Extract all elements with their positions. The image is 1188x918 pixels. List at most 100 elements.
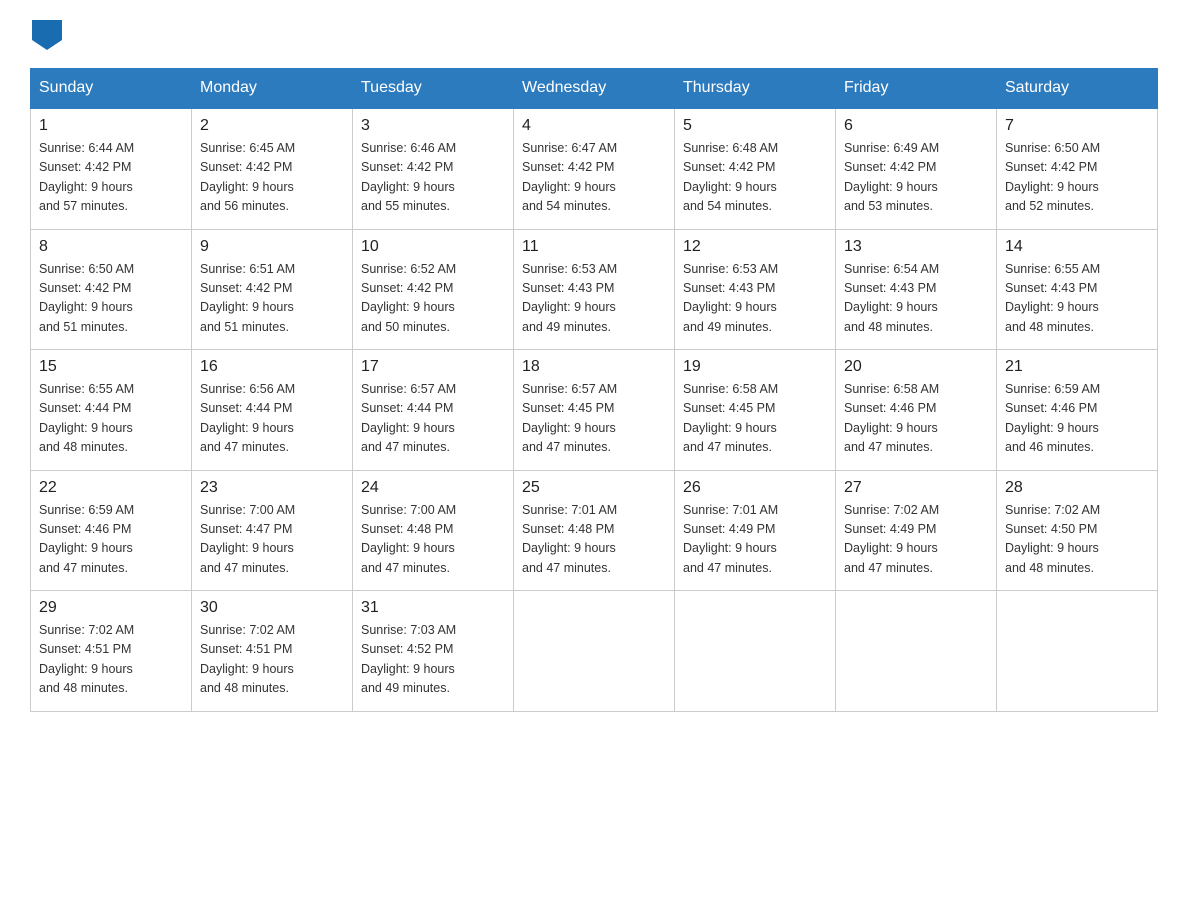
weekday-header-thursday: Thursday bbox=[675, 69, 836, 109]
weekday-header-friday: Friday bbox=[836, 69, 997, 109]
day-info: Sunrise: 7:01 AMSunset: 4:49 PMDaylight:… bbox=[683, 501, 827, 579]
calendar-day-cell: 25 Sunrise: 7:01 AMSunset: 4:48 PMDayligh… bbox=[514, 470, 675, 591]
day-info: Sunrise: 7:00 AMSunset: 4:48 PMDaylight:… bbox=[361, 501, 505, 579]
day-number: 12 bbox=[683, 238, 827, 256]
day-info: Sunrise: 7:01 AMSunset: 4:48 PMDaylight:… bbox=[522, 501, 666, 579]
calendar-day-cell: 30Sunrise: 7:02 AMSunset: 4:51 PMDayligh… bbox=[192, 591, 353, 712]
day-info: Sunrise: 6:48 AMSunset: 4:42 PMDaylight:… bbox=[683, 139, 827, 217]
day-number: 7 bbox=[1005, 117, 1149, 135]
calendar-day-cell: 20 Sunrise: 6:58 AMSunset: 4:46 PMDayligh… bbox=[836, 350, 997, 471]
day-info: Sunrise: 7:02 AMSunset: 4:49 PMDaylight:… bbox=[844, 501, 988, 579]
calendar-day-cell: 6 Sunrise: 6:49 AMSunset: 4:42 PMDaylight… bbox=[836, 108, 997, 229]
calendar-day-cell bbox=[514, 591, 675, 712]
weekday-header-monday: Monday bbox=[192, 69, 353, 109]
day-info: Sunrise: 6:58 AMSunset: 4:45 PMDaylight:… bbox=[683, 380, 827, 458]
day-info: Sunrise: 6:47 AMSunset: 4:42 PMDaylight:… bbox=[522, 139, 666, 217]
day-info: Sunrise: 6:55 AMSunset: 4:44 PMDaylight:… bbox=[39, 380, 183, 458]
calendar-week-row: 1 Sunrise: 6:44 AMSunset: 4:42 PMDaylight… bbox=[31, 108, 1158, 229]
day-info: Sunrise: 6:52 AMSunset: 4:42 PMDaylight:… bbox=[361, 260, 505, 338]
day-number: 8 bbox=[39, 238, 183, 256]
day-info: Sunrise: 6:51 AMSunset: 4:42 PMDaylight:… bbox=[200, 260, 344, 338]
day-number: 16 bbox=[200, 358, 344, 376]
calendar-week-row: 8 Sunrise: 6:50 AMSunset: 4:42 PMDaylight… bbox=[31, 229, 1158, 350]
calendar-day-cell: 15 Sunrise: 6:55 AMSunset: 4:44 PMDayligh… bbox=[31, 350, 192, 471]
calendar-day-cell: 21 Sunrise: 6:59 AMSunset: 4:46 PMDayligh… bbox=[997, 350, 1158, 471]
calendar-day-cell: 16 Sunrise: 6:56 AMSunset: 4:44 PMDayligh… bbox=[192, 350, 353, 471]
day-number: 19 bbox=[683, 358, 827, 376]
day-number: 25 bbox=[522, 479, 666, 497]
weekday-header-wednesday: Wednesday bbox=[514, 69, 675, 109]
calendar-day-cell: 23 Sunrise: 7:00 AMSunset: 4:47 PMDayligh… bbox=[192, 470, 353, 591]
calendar-day-cell: 28Sunrise: 7:02 AMSunset: 4:50 PMDayligh… bbox=[997, 470, 1158, 591]
day-number: 18 bbox=[522, 358, 666, 376]
day-info: Sunrise: 6:54 AMSunset: 4:43 PMDaylight:… bbox=[844, 260, 988, 338]
calendar-day-cell: 14 Sunrise: 6:55 AMSunset: 4:43 PMDayligh… bbox=[997, 229, 1158, 350]
day-number: 20 bbox=[844, 358, 988, 376]
day-info: Sunrise: 6:45 AMSunset: 4:42 PMDaylight:… bbox=[200, 139, 344, 217]
calendar-day-cell: 12 Sunrise: 6:53 AMSunset: 4:43 PMDayligh… bbox=[675, 229, 836, 350]
day-number: 21 bbox=[1005, 358, 1149, 376]
day-info: Sunrise: 6:49 AMSunset: 4:42 PMDaylight:… bbox=[844, 139, 988, 217]
day-info: Sunrise: 6:55 AMSunset: 4:43 PMDaylight:… bbox=[1005, 260, 1149, 338]
calendar-day-cell: 13 Sunrise: 6:54 AMSunset: 4:43 PMDayligh… bbox=[836, 229, 997, 350]
day-number: 3 bbox=[361, 117, 505, 135]
calendar-week-row: 22Sunrise: 6:59 AMSunset: 4:46 PMDayligh… bbox=[31, 470, 1158, 591]
logo-icon bbox=[32, 20, 62, 50]
day-info: Sunrise: 7:02 AMSunset: 4:51 PMDaylight:… bbox=[200, 621, 344, 699]
calendar-day-cell bbox=[836, 591, 997, 712]
day-number: 6 bbox=[844, 117, 988, 135]
day-info: Sunrise: 6:50 AMSunset: 4:42 PMDaylight:… bbox=[1005, 139, 1149, 217]
day-number: 15 bbox=[39, 358, 183, 376]
day-info: Sunrise: 7:00 AMSunset: 4:47 PMDaylight:… bbox=[200, 501, 344, 579]
day-info: Sunrise: 6:53 AMSunset: 4:43 PMDaylight:… bbox=[683, 260, 827, 338]
calendar-day-cell: 2 Sunrise: 6:45 AMSunset: 4:42 PMDaylight… bbox=[192, 108, 353, 229]
day-number: 1 bbox=[39, 117, 183, 135]
day-number: 23 bbox=[200, 479, 344, 497]
day-info: Sunrise: 6:58 AMSunset: 4:46 PMDaylight:… bbox=[844, 380, 988, 458]
calendar-day-cell: 9 Sunrise: 6:51 AMSunset: 4:42 PMDaylight… bbox=[192, 229, 353, 350]
day-info: Sunrise: 7:02 AMSunset: 4:51 PMDaylight:… bbox=[39, 621, 183, 699]
day-number: 10 bbox=[361, 238, 505, 256]
calendar-day-cell: 11Sunrise: 6:53 AMSunset: 4:43 PMDayligh… bbox=[514, 229, 675, 350]
weekday-header-saturday: Saturday bbox=[997, 69, 1158, 109]
calendar-day-cell: 1 Sunrise: 6:44 AMSunset: 4:42 PMDaylight… bbox=[31, 108, 192, 229]
day-info: Sunrise: 6:56 AMSunset: 4:44 PMDaylight:… bbox=[200, 380, 344, 458]
day-number: 2 bbox=[200, 117, 344, 135]
calendar-day-cell bbox=[997, 591, 1158, 712]
calendar-day-cell: 19 Sunrise: 6:58 AMSunset: 4:45 PMDayligh… bbox=[675, 350, 836, 471]
day-info: Sunrise: 6:59 AMSunset: 4:46 PMDaylight:… bbox=[1005, 380, 1149, 458]
calendar-day-cell: 17Sunrise: 6:57 AMSunset: 4:44 PMDayligh… bbox=[353, 350, 514, 471]
calendar-day-cell: 22Sunrise: 6:59 AMSunset: 4:46 PMDayligh… bbox=[31, 470, 192, 591]
day-number: 13 bbox=[844, 238, 988, 256]
day-info: Sunrise: 6:53 AMSunset: 4:43 PMDaylight:… bbox=[522, 260, 666, 338]
day-number: 5 bbox=[683, 117, 827, 135]
day-info: Sunrise: 6:50 AMSunset: 4:42 PMDaylight:… bbox=[39, 260, 183, 338]
day-number: 27 bbox=[844, 479, 988, 497]
day-number: 26 bbox=[683, 479, 827, 497]
day-info: Sunrise: 6:44 AMSunset: 4:42 PMDaylight:… bbox=[39, 139, 183, 217]
calendar-day-cell: 5 Sunrise: 6:48 AMSunset: 4:42 PMDaylight… bbox=[675, 108, 836, 229]
calendar-day-cell: 26 Sunrise: 7:01 AMSunset: 4:49 PMDayligh… bbox=[675, 470, 836, 591]
day-number: 4 bbox=[522, 117, 666, 135]
calendar-day-cell: 7 Sunrise: 6:50 AMSunset: 4:42 PMDaylight… bbox=[997, 108, 1158, 229]
day-info: Sunrise: 6:46 AMSunset: 4:42 PMDaylight:… bbox=[361, 139, 505, 217]
day-info: Sunrise: 6:57 AMSunset: 4:45 PMDaylight:… bbox=[522, 380, 666, 458]
day-number: 22 bbox=[39, 479, 183, 497]
day-number: 29 bbox=[39, 599, 183, 617]
calendar-day-cell: 27 Sunrise: 7:02 AMSunset: 4:49 PMDayligh… bbox=[836, 470, 997, 591]
calendar-day-cell bbox=[675, 591, 836, 712]
weekday-header-row: SundayMondayTuesdayWednesdayThursdayFrid… bbox=[31, 69, 1158, 109]
page-header bbox=[30, 20, 1158, 50]
calendar-day-cell: 31 Sunrise: 7:03 AMSunset: 4:52 PMDayligh… bbox=[353, 591, 514, 712]
calendar-day-cell: 24 Sunrise: 7:00 AMSunset: 4:48 PMDayligh… bbox=[353, 470, 514, 591]
day-number: 14 bbox=[1005, 238, 1149, 256]
day-number: 24 bbox=[361, 479, 505, 497]
day-number: 9 bbox=[200, 238, 344, 256]
day-info: Sunrise: 7:03 AMSunset: 4:52 PMDaylight:… bbox=[361, 621, 505, 699]
calendar-day-cell: 29 Sunrise: 7:02 AMSunset: 4:51 PMDayligh… bbox=[31, 591, 192, 712]
day-info: Sunrise: 7:02 AMSunset: 4:50 PMDaylight:… bbox=[1005, 501, 1149, 579]
day-info: Sunrise: 6:57 AMSunset: 4:44 PMDaylight:… bbox=[361, 380, 505, 458]
calendar-table: SundayMondayTuesdayWednesdayThursdayFrid… bbox=[30, 68, 1158, 712]
calendar-day-cell: 8 Sunrise: 6:50 AMSunset: 4:42 PMDaylight… bbox=[31, 229, 192, 350]
day-number: 31 bbox=[361, 599, 505, 617]
